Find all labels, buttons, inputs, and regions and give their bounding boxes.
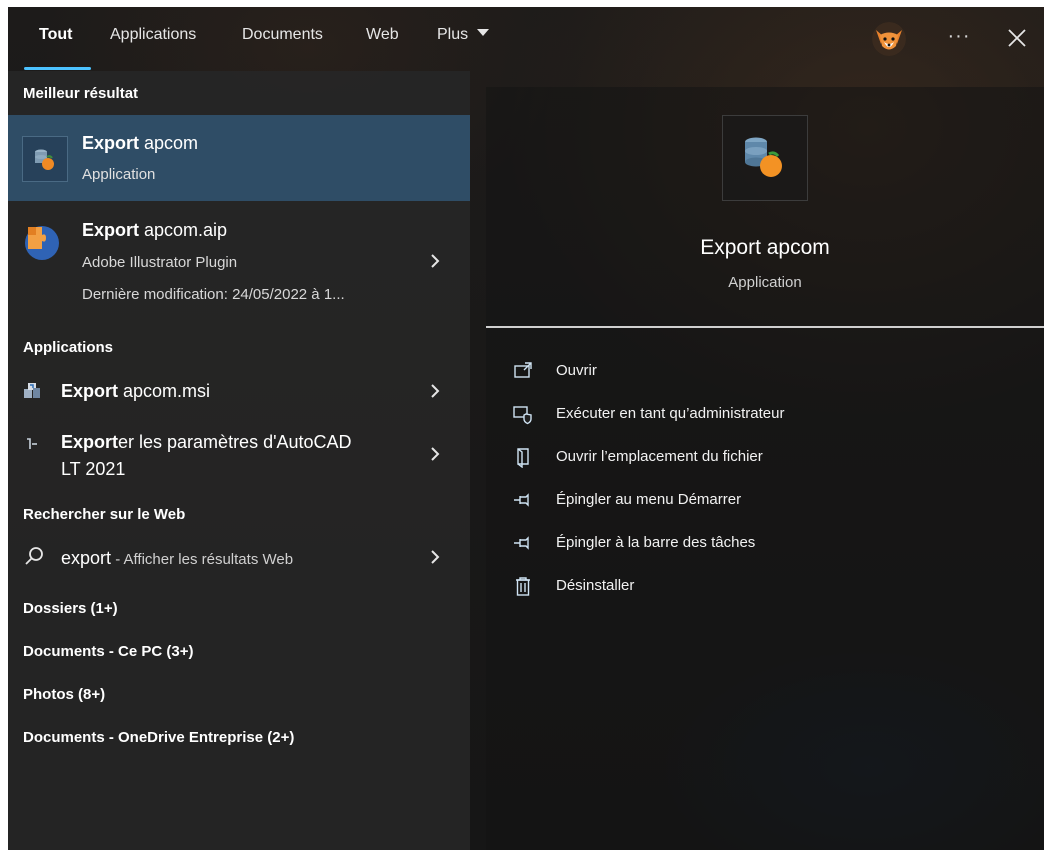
action-label: Épingler au menu Démarrer <box>556 491 742 508</box>
action-label: Désinstaller <box>556 577 635 594</box>
web-search-suffix: - Afficher les résultats Web <box>111 551 294 568</box>
run-as-admin-icon <box>513 406 532 425</box>
result-title-rest: apcom.msi <box>118 381 211 401</box>
action-label: Ouvrir <box>556 362 597 379</box>
illustrator-plugin-icon <box>22 221 62 261</box>
best-match-header: Meilleur résultat <box>23 85 139 102</box>
tab-documents[interactable]: Documents <box>242 26 323 44</box>
category-documents-onedrive[interactable]: Documents - OneDrive Entreprise (2+) <box>23 729 294 746</box>
web-search-text: export - Afficher les résultats Web <box>61 548 293 569</box>
result-title-bold: Export <box>61 432 119 452</box>
detail-divider <box>486 326 1044 328</box>
action-uninstall[interactable]: Désinstaller <box>512 573 1032 601</box>
chevron-right-icon <box>431 254 440 268</box>
tab-more[interactable]: Plus <box>437 26 489 44</box>
result-type: Adobe Illustrator Plugin <box>82 254 238 271</box>
action-pin-to-taskbar[interactable]: Épingler à la barre des tâches <box>512 530 1032 558</box>
tab-all[interactable]: Tout <box>39 26 72 44</box>
search-window: Tout Applications Documents Web Plus ··· <box>8 7 1044 850</box>
trash-icon <box>516 577 530 596</box>
result-title-bold: Export <box>61 381 119 401</box>
chevron-right-icon <box>431 550 440 564</box>
result-export-apcom-msi[interactable]: Export apcom.msi <box>8 369 470 413</box>
detail-title: Export apcom <box>700 236 830 259</box>
result-title: Exporter les paramètres d'AutoCAD <box>61 432 352 453</box>
best-match-subtitle: Application <box>82 166 156 183</box>
action-label: Épingler à la barre des tâches <box>556 534 756 551</box>
detail-subtitle: Application <box>728 274 802 291</box>
pin-icon <box>514 536 529 550</box>
web-search-header: Rechercher sur le Web <box>23 506 186 523</box>
database-orange-icon <box>722 115 808 201</box>
category-documents-pc[interactable]: Documents - Ce PC (3+) <box>23 643 193 660</box>
result-title: Export apcom.msi <box>61 381 210 402</box>
fox-avatar-icon[interactable] <box>872 22 906 56</box>
web-search-query: export <box>61 548 112 568</box>
result-title: Export apcom.aip <box>82 220 227 241</box>
best-match-title-rest: apcom <box>139 133 199 153</box>
active-tab-indicator <box>24 67 91 70</box>
result-title-rest: er les paramètres d'AutoCAD <box>118 432 352 452</box>
best-match-title-bold: Export <box>82 133 140 153</box>
result-export-autocad-settings[interactable]: Exporter les paramètres d'AutoCAD LT 202… <box>8 423 470 485</box>
result-title-rest: apcom.aip <box>139 220 228 240</box>
autocad-export-icon <box>24 436 40 452</box>
database-orange-icon <box>22 136 68 182</box>
pin-icon <box>514 493 529 507</box>
result-title-bold: Export <box>82 220 140 240</box>
action-open-file-location[interactable]: Ouvrir l’emplacement du fichier <box>512 444 1032 472</box>
chevron-right-icon <box>431 384 440 398</box>
result-export-apcom-aip[interactable]: Export apcom.aip Adobe Illustrator Plugi… <box>8 211 470 311</box>
tab-web[interactable]: Web <box>366 26 399 44</box>
tab-more-label: Plus <box>437 26 469 43</box>
web-search-result[interactable]: export - Afficher les résultats Web <box>8 535 470 579</box>
best-match-title: Export apcom <box>82 133 198 154</box>
msi-installer-icon <box>22 380 42 400</box>
more-options-button[interactable]: ··· <box>940 19 978 57</box>
close-button[interactable] <box>998 19 1036 57</box>
search-tabs-bar: Tout Applications Documents Web Plus ··· <box>8 7 1044 71</box>
file-location-icon <box>517 448 529 468</box>
result-title-line2: LT 2021 <box>61 459 126 479</box>
action-label: Exécuter en tant qu’administrateur <box>556 405 785 422</box>
result-modified-date: Dernière modification: 24/05/2022 à 1... <box>82 286 345 303</box>
action-pin-to-start[interactable]: Épingler au menu Démarrer <box>512 487 1032 515</box>
chevron-right-icon <box>431 447 440 461</box>
results-pane: Meilleur résultat Export apcom Applicati… <box>8 71 470 850</box>
category-photos[interactable]: Photos (8+) <box>23 686 105 703</box>
action-run-as-admin[interactable]: Exécuter en tant qu’administrateur <box>512 401 1032 429</box>
detail-pane: Export apcom Application Ouvrir Exécuter… <box>486 87 1044 850</box>
close-icon <box>1008 29 1026 47</box>
caret-down-icon <box>476 29 489 36</box>
best-match-result[interactable]: Export apcom Application <box>8 115 470 201</box>
action-open[interactable]: Ouvrir <box>512 358 1032 386</box>
open-icon <box>514 362 532 378</box>
tab-applications[interactable]: Applications <box>110 26 196 44</box>
category-folders[interactable]: Dossiers (1+) <box>23 600 118 617</box>
search-icon <box>25 547 43 565</box>
applications-header: Applications <box>23 339 114 356</box>
action-label: Ouvrir l’emplacement du fichier <box>556 448 763 465</box>
